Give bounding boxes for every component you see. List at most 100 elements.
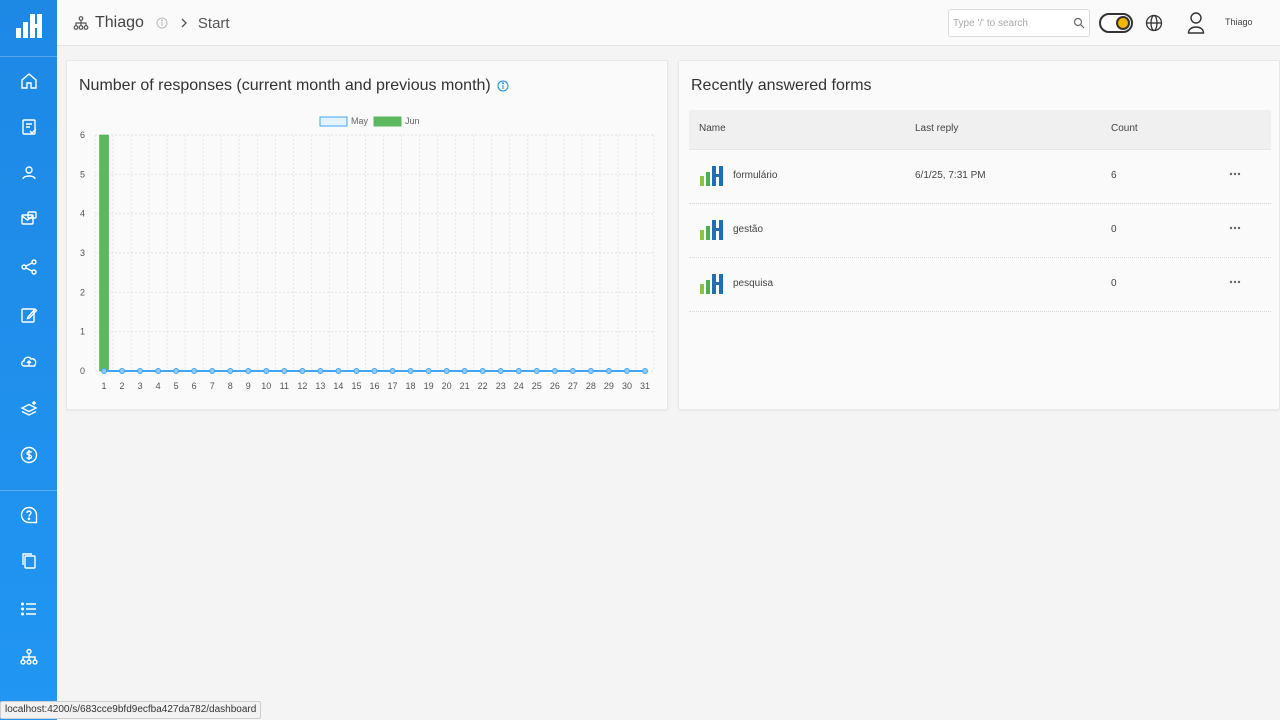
sidebar-divider [0, 56, 57, 57]
sidebar-item-mail[interactable] [18, 208, 40, 230]
form-logo-icon [700, 274, 723, 294]
table-row[interactable]: pesquisa 0 [689, 258, 1271, 312]
point-may [245, 368, 252, 374]
app-logo[interactable] [14, 12, 44, 40]
sidebar-item-copy[interactable] [18, 550, 40, 572]
point-may [173, 368, 180, 374]
sidebar-item-share[interactable] [18, 256, 40, 278]
y-tick-label: 5 [80, 169, 85, 179]
x-tick-label: 31 [640, 381, 650, 391]
user-name[interactable]: Thiago [1225, 17, 1253, 27]
more-options-icon[interactable] [1229, 170, 1241, 178]
y-tick-label: 3 [80, 248, 85, 258]
x-tick-label: 25 [532, 381, 542, 391]
mail-icon [21, 211, 37, 225]
chart-card-title: Number of responses (current month and p… [79, 77, 491, 94]
column-header-name[interactable]: Name [699, 123, 726, 134]
point-may [605, 368, 612, 374]
recent-forms-table: Name Last reply Count formulário 6/1/25,… [689, 110, 1271, 312]
sidebar-divider [0, 490, 57, 491]
edit-icon [21, 307, 38, 323]
column-header-count[interactable]: Count [1111, 123, 1138, 134]
point-may [389, 368, 396, 374]
point-may [353, 368, 360, 374]
forms-icon [22, 119, 37, 135]
sidebar-item-layers[interactable] [18, 398, 40, 420]
sidebar-item-billing[interactable] [18, 444, 40, 466]
organization-icon [73, 15, 89, 31]
point-may [533, 368, 540, 374]
layers-icon [20, 401, 38, 416]
sidebar-item-forms[interactable] [18, 116, 40, 138]
sidebar-item-home[interactable] [18, 70, 40, 92]
theme-toggle[interactable] [1099, 13, 1133, 33]
x-tick-label: 2 [120, 381, 125, 391]
table-row[interactable]: formulário 6/1/25, 7:31 PM 6 [689, 150, 1271, 204]
organization-icon [20, 648, 38, 665]
list-icon [21, 602, 36, 616]
x-tick-label: 10 [261, 381, 271, 391]
y-tick-label: 4 [80, 209, 85, 219]
sidebar-item-list[interactable] [18, 598, 40, 620]
point-may [335, 368, 342, 374]
point-may [443, 368, 450, 374]
chart-card-title-wrap: Number of responses (current month and p… [79, 77, 509, 95]
browser-status-url: localhost:4200/s/683cce9bfd9ecfba427da78… [0, 701, 262, 719]
x-tick-label: 4 [156, 381, 161, 391]
copy-icon [22, 553, 36, 569]
point-may [317, 368, 324, 374]
form-name[interactable]: formulário [733, 170, 777, 181]
legend-swatch [319, 116, 348, 127]
legend-label: May [351, 116, 369, 126]
point-may [371, 368, 378, 374]
sidebar-item-upload[interactable] [18, 350, 40, 372]
point-may [227, 368, 234, 374]
user-icon[interactable] [1187, 11, 1205, 35]
more-options-icon[interactable] [1229, 224, 1241, 232]
table-row[interactable]: gestão 0 [689, 204, 1271, 258]
forms-card-title: Recently answered forms [691, 77, 872, 94]
x-tick-label: 19 [424, 381, 434, 391]
x-tick-label: 23 [496, 381, 506, 391]
info-icon[interactable] [497, 80, 509, 92]
point-may [623, 368, 630, 374]
x-tick-label: 15 [351, 381, 361, 391]
x-tick-label: 6 [192, 381, 197, 391]
x-tick-label: 26 [550, 381, 560, 391]
x-tick-label: 27 [568, 381, 578, 391]
x-tick-label: 7 [210, 381, 215, 391]
point-may [569, 368, 576, 374]
x-tick-label: 30 [622, 381, 632, 391]
x-tick-label: 1 [102, 381, 107, 391]
point-may [461, 368, 468, 374]
users-icon [22, 166, 36, 180]
sidebar-item-organization[interactable] [18, 646, 40, 668]
help-icon [20, 506, 38, 524]
column-header-last-reply[interactable]: Last reply [915, 123, 958, 134]
search-box[interactable] [948, 9, 1090, 37]
form-name[interactable]: gestão [733, 224, 763, 235]
x-tick-label: 17 [388, 381, 398, 391]
globe-icon[interactable] [1145, 14, 1163, 32]
search-input[interactable] [953, 15, 1071, 31]
point-may [263, 368, 270, 374]
form-count: 6 [1111, 170, 1117, 181]
responses-chart: 01234561 2 3 4 5 6 7 8 9 10 11 12 13 14 15 16 17 18 19 20 21… [80, 116, 655, 391]
form-name[interactable]: pesquisa [733, 278, 773, 289]
sidebar-item-users[interactable] [18, 162, 40, 184]
breadcrumb-organization[interactable]: Thiago [95, 14, 144, 32]
x-tick-label: 3 [138, 381, 143, 391]
form-logo-icon [700, 166, 723, 186]
y-tick-label: 1 [80, 327, 85, 337]
x-tick-label: 18 [406, 381, 416, 391]
more-options-icon[interactable] [1229, 278, 1241, 286]
sidebar-item-edit[interactable] [18, 304, 40, 326]
search-icon[interactable] [1073, 17, 1085, 29]
point-may [281, 368, 288, 374]
sidebar-item-help[interactable] [18, 504, 40, 526]
x-tick-label: 21 [460, 381, 470, 391]
info-icon[interactable] [156, 17, 168, 29]
point-may [479, 368, 486, 374]
point-may [101, 368, 108, 374]
table-header: Name Last reply Count [689, 110, 1271, 150]
